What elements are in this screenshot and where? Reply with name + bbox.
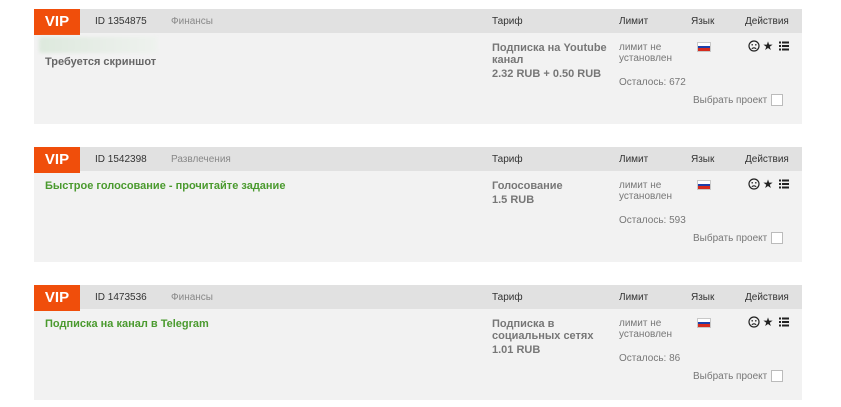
tariff-name: Голосование (492, 180, 563, 192)
tariff-name: Подписка в социальных сетях (492, 318, 594, 342)
project-id: ID 1542398 (95, 154, 147, 165)
limit-text: лимит не установлен (619, 180, 673, 202)
remaining-count: Осталось: 593 (619, 215, 686, 226)
project-category: Финансы (171, 292, 213, 303)
remaining-count: Осталось: 672 (619, 77, 686, 88)
select-project-checkbox[interactable] (771, 370, 783, 382)
sad-face-icon[interactable] (748, 178, 760, 190)
project-title[interactable]: Быстрое голосование - прочитайте задание (45, 180, 285, 192)
list-icon[interactable] (778, 40, 790, 52)
project-id: ID 1473536 (95, 292, 147, 303)
header-tariff: Тариф (492, 154, 523, 165)
limit-text: лимит не установлен (619, 318, 673, 340)
header-tariff: Тариф (492, 292, 523, 303)
project-card: VIP ID 1354875 Финансы Тариф Лимит Язык … (34, 9, 802, 124)
project-category: Финансы (171, 16, 213, 27)
tariff-info: Подписка в социальных сетях 1.01 RUB (492, 318, 610, 356)
select-project-label: Выбрать проект (693, 371, 768, 382)
sad-face-icon[interactable] (748, 40, 760, 52)
header-language: Язык (691, 154, 715, 165)
vip-badge: VIP (34, 285, 80, 311)
tariff-name: Подписка на Youtube канал (492, 42, 607, 66)
star-icon[interactable]: ★ (762, 40, 774, 52)
blurred-content (39, 37, 157, 53)
card-header (34, 9, 802, 33)
tariff-price: 2.32 RUB + 0.50 RUB (492, 68, 602, 80)
project-title[interactable]: Требуется скриншот (45, 56, 156, 68)
sad-face-icon[interactable] (748, 316, 760, 328)
header-language: Язык (691, 16, 715, 27)
russia-flag-icon (697, 318, 711, 328)
header-actions: Действия (745, 154, 789, 165)
select-project-checkbox[interactable] (771, 232, 783, 244)
tariff-price: 1.5 RUB (492, 194, 535, 206)
russia-flag-icon (697, 180, 711, 190)
russia-flag-icon (697, 42, 711, 52)
star-icon[interactable]: ★ (762, 316, 774, 328)
card-header (34, 285, 802, 309)
card-header (34, 147, 802, 171)
list-icon[interactable] (778, 316, 790, 328)
project-card: VIP ID 1473536 Финансы Тариф Лимит Язык … (34, 285, 802, 400)
vip-badge: VIP (34, 9, 80, 35)
header-actions: Действия (745, 292, 789, 303)
star-icon[interactable]: ★ (762, 178, 774, 190)
tariff-info: Голосование 1.5 RUB (492, 180, 610, 206)
project-card: VIP ID 1542398 Развлечения Тариф Лимит Я… (34, 147, 802, 262)
tariff-price: 1.01 RUB (492, 344, 541, 356)
remaining-count: Осталось: 86 (619, 353, 681, 364)
header-language: Язык (691, 292, 715, 303)
select-project-label: Выбрать проект (693, 233, 768, 244)
vip-badge: VIP (34, 147, 80, 173)
list-icon[interactable] (778, 178, 790, 190)
project-title[interactable]: Подписка на канал в Telegram (45, 318, 209, 330)
tariff-info: Подписка на Youtube канал 2.32 RUB + 0.5… (492, 42, 610, 80)
header-actions: Действия (745, 16, 789, 27)
project-category: Развлечения (171, 154, 231, 165)
header-limit: Лимит (619, 16, 649, 27)
project-id: ID 1354875 (95, 16, 147, 27)
header-limit: Лимит (619, 154, 649, 165)
limit-text: лимит не установлен (619, 42, 673, 64)
header-tariff: Тариф (492, 16, 523, 27)
select-project-checkbox[interactable] (771, 94, 783, 106)
select-project-label: Выбрать проект (693, 95, 768, 106)
header-limit: Лимит (619, 292, 649, 303)
